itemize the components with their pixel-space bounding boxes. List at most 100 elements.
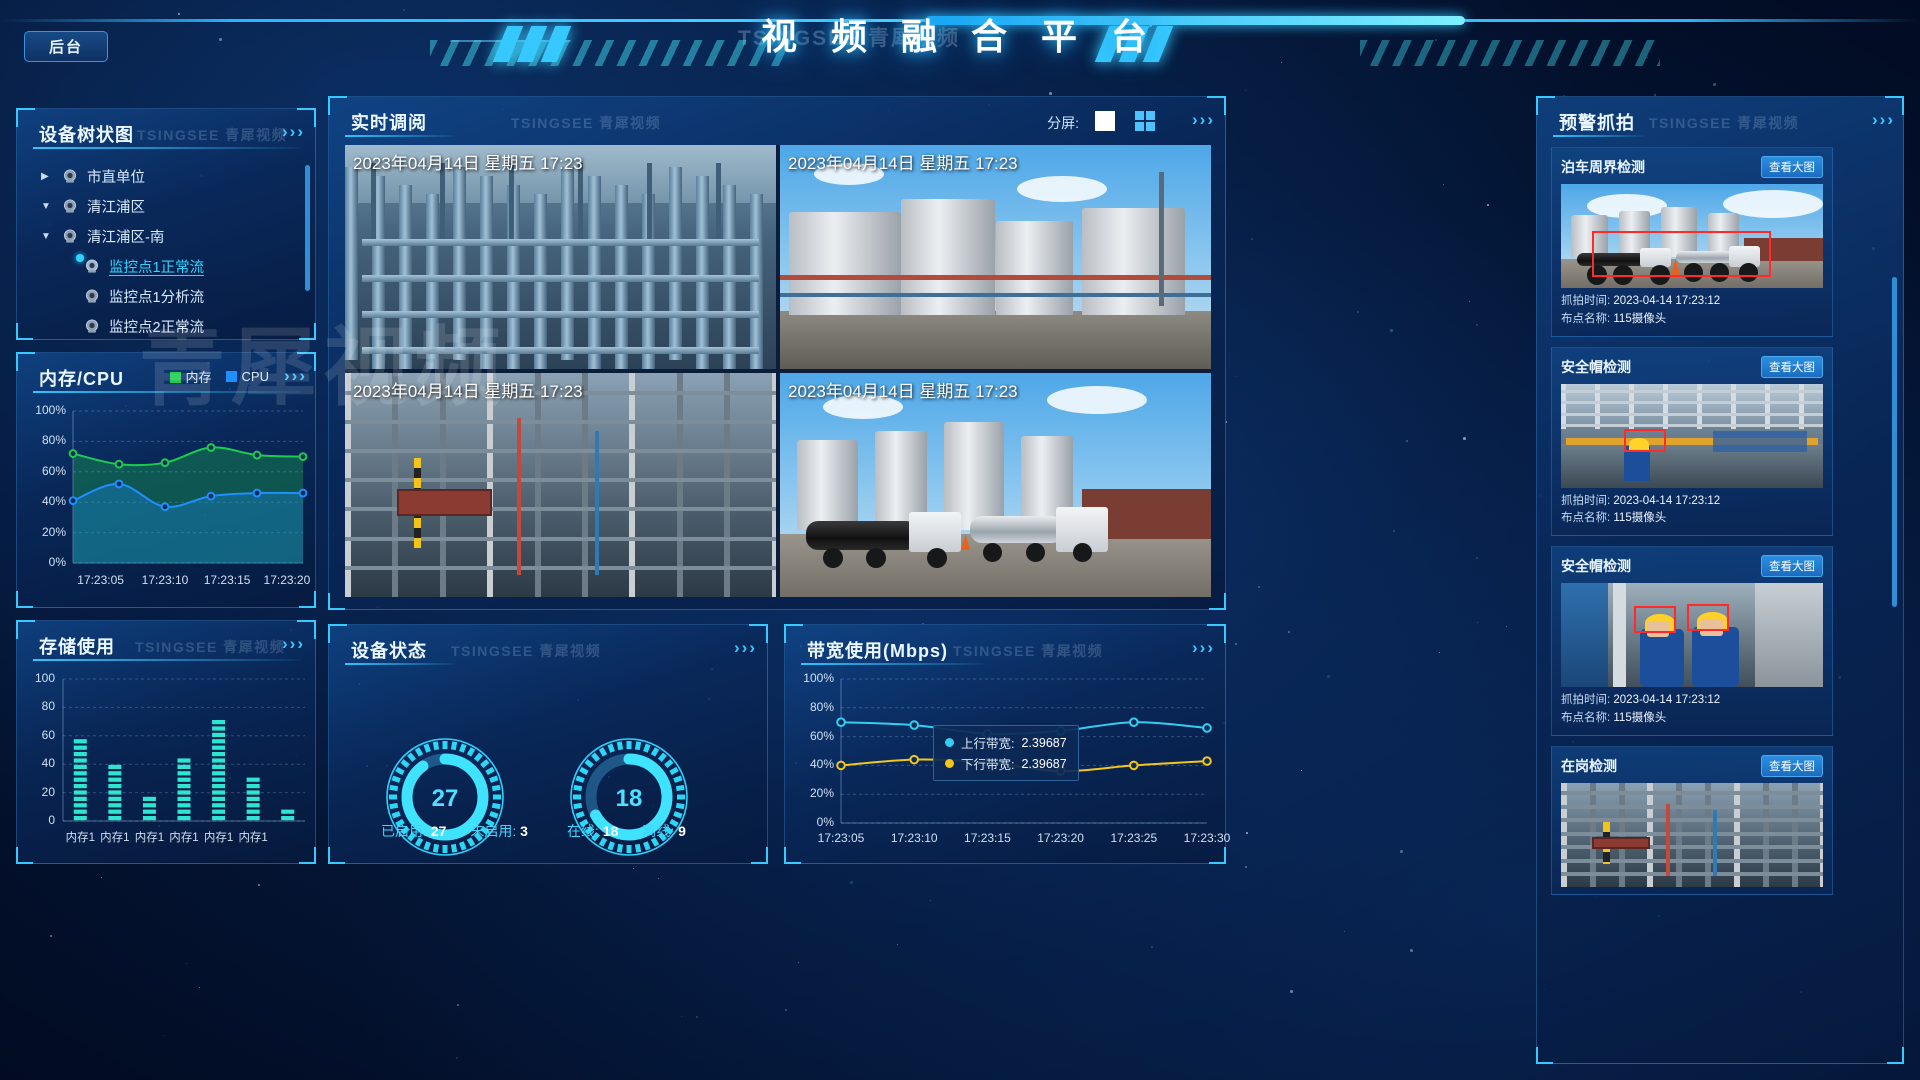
camera-icon: [59, 228, 81, 244]
page-title: 视 频 融 合 平 台: [0, 8, 1920, 60]
device-status-title: 设备状态: [351, 637, 427, 663]
camera-icon: [81, 318, 103, 334]
panel-watermark: TSINGSEE 青犀视频: [135, 637, 285, 657]
y-axis-tick: 40%: [17, 494, 66, 508]
y-axis-tick: 100%: [17, 403, 66, 417]
panel-watermark: TSINGSEE 青犀视频: [511, 113, 661, 133]
alarm-card-list[interactable]: 泊车周界检测 查看大图 抓拍时间: 2023-04-14 17:23:12 布点…: [1551, 147, 1833, 1055]
tree-item-2[interactable]: ▼ 清江浦区-南: [35, 221, 303, 251]
x-axis-tick: 17:23:10: [880, 831, 948, 845]
tree-item-label: 清江浦区-南: [87, 226, 164, 247]
legend-item: 内存: [170, 367, 212, 386]
device-tree-title: 设备树状图: [39, 121, 134, 147]
legend-swatch: [170, 372, 181, 383]
device-status-more-button[interactable]: › › ›: [734, 639, 755, 656]
alarm-snapshot[interactable]: [1561, 783, 1823, 887]
alarm-meta: 抓拍时间: 2023-04-14 17:23:12 布点名称: 115摄像头: [1561, 493, 1823, 529]
mem-cpu-legend: 内存 CPU: [170, 367, 269, 386]
tree-item-3[interactable]: 监控点1正常流: [35, 251, 303, 281]
bandwidth-title: 带宽使用(Mbps): [807, 637, 948, 663]
live-view-more-button[interactable]: › › ›: [1192, 111, 1213, 128]
y-axis-tick: 20: [17, 785, 55, 799]
alarm-meta: 抓拍时间: 2023-04-14 17:23:12 布点名称: 115摄像头: [1561, 692, 1823, 728]
y-axis-tick: 40%: [785, 757, 834, 771]
alarm-card-2[interactable]: 安全帽检测 查看大图 抓拍时间: 2023-04-14 17:23:12 布点名…: [1551, 546, 1833, 736]
gauge-stat: 未启用: 3: [470, 821, 528, 841]
y-axis-tick: 60%: [785, 729, 834, 743]
alarm-card-0[interactable]: 泊车周界检测 查看大图 抓拍时间: 2023-04-14 17:23:12 布点…: [1551, 147, 1833, 337]
alarm-card-header: 安全帽检测 查看大图: [1561, 555, 1823, 577]
video-timestamp: 2023年04月14日 星期五 17:23: [353, 149, 583, 174]
alarm-type: 在岗检测: [1561, 756, 1617, 776]
alarm-card-3[interactable]: 在岗检测 查看大图: [1551, 746, 1833, 895]
y-axis-tick: 0%: [17, 555, 66, 569]
storage-chart: 0 20 40 60 80 100 内存1 内存1 内存1 内存1 内存1 内存1: [17, 665, 317, 861]
tooltip-row: 下行带宽: 2.39687: [945, 753, 1067, 774]
y-axis-tick: 40: [17, 756, 55, 770]
tooltip-swatch: [945, 738, 954, 747]
alarm-snapshot[interactable]: [1561, 583, 1823, 687]
storage-panel: 存储使用 TSINGSEE 青犀视频 › › › 0 20 40 60 80 100 内存1 内存…: [16, 620, 316, 864]
alarm-card-header: 泊车周界检测 查看大图: [1561, 156, 1823, 178]
detection-box: [1624, 429, 1666, 452]
tree-item-0[interactable]: ▶ 市直单位: [35, 161, 303, 191]
view-large-button[interactable]: 查看大图: [1761, 156, 1823, 178]
bandwidth-tooltip: 上行带宽: 2.39687 下行带宽: 2.39687: [933, 725, 1079, 781]
panel-watermark: TSINGSEE 青犀视频: [1649, 113, 1799, 133]
gauge-stat: 离线: 9: [642, 821, 686, 841]
detection-box: [1687, 604, 1729, 631]
video-cell-3[interactable]: 2023年04月14日 星期五 17:23: [780, 373, 1211, 597]
device-tree-more-button[interactable]: › › ›: [282, 123, 303, 140]
tree-item-1[interactable]: ▼ 清江浦区: [35, 191, 303, 221]
view-large-button[interactable]: 查看大图: [1761, 356, 1823, 378]
alarm-panel: 预警抓拍 TSINGSEE 青犀视频 › › › 泊车周界检测 查看大图 抓拍时间:…: [1536, 96, 1904, 1064]
alarm-type: 泊车周界检测: [1561, 157, 1645, 177]
legend-item: CPU: [226, 369, 269, 384]
alarm-card-1[interactable]: 安全帽检测 查看大图 抓拍时间: 2023-04-14 17:23:12 布点名…: [1551, 347, 1833, 537]
svg-text:27: 27: [432, 785, 459, 812]
split-1-button[interactable]: [1095, 111, 1115, 131]
device-tree-panel: 设备树状图 TSINGSEE 青犀视频 › › › ▶ 市直单位 ▼ 清江浦区 ▼ …: [16, 108, 316, 340]
tree-item-label: 清江浦区: [87, 196, 145, 217]
bandwidth-more-button[interactable]: › › ›: [1192, 639, 1213, 656]
svg-text:18: 18: [616, 785, 643, 812]
storage-more-button[interactable]: › › ›: [282, 635, 303, 652]
tree-caret-icon[interactable]: ▼: [41, 201, 59, 212]
tooltip-label: 下行带宽:: [961, 754, 1014, 773]
device-tree-scrollbar[interactable]: [305, 165, 310, 291]
tree-item-5[interactable]: 监控点2正常流: [35, 311, 303, 341]
mem-cpu-chart: 0% 20% 40% 60% 80% 100% 17:23:05 17:23:10 17:23:…: [17, 397, 317, 605]
detection-box: [1592, 231, 1770, 277]
alarm-list-scrollbar[interactable]: [1892, 277, 1897, 607]
storage-title: 存储使用: [39, 633, 115, 659]
alarm-more-button[interactable]: › › ›: [1872, 111, 1893, 128]
bandwidth-chart: 0% 20% 40% 60% 80% 100% 17:23:05 17:23:10 17:23:…: [785, 667, 1227, 863]
tree-item-4[interactable]: 监控点1分析流: [35, 281, 303, 311]
tree-caret-icon[interactable]: ▶: [41, 171, 59, 182]
alarm-snapshot[interactable]: [1561, 384, 1823, 488]
mem-cpu-title: 内存/CPU: [39, 365, 124, 391]
alarm-meta: 抓拍时间: 2023-04-14 17:23:12 布点名称: 115摄像头: [1561, 293, 1823, 329]
mem-cpu-more-button[interactable]: › › ›: [284, 367, 305, 384]
video-cell-1[interactable]: 2023年04月14日 星期五 17:23: [780, 145, 1211, 369]
view-large-button[interactable]: 查看大图: [1761, 755, 1823, 777]
video-cell-2[interactable]: 2023年04月14日 星期五 17:23: [345, 373, 776, 597]
alarm-snapshot[interactable]: [1561, 184, 1823, 288]
tooltip-label: 上行带宽:: [961, 733, 1014, 752]
video-cell-0[interactable]: 2023年04月14日 星期五 17:23: [345, 145, 776, 369]
tree-caret-icon[interactable]: ▼: [41, 231, 59, 242]
video-grid[interactable]: 2023年04月14日 星期五 17:23 2023年04月14日 星期五 17…: [345, 145, 1211, 597]
gauge-stat: 已启用: 27: [381, 821, 446, 841]
mem-cpu-panel: 内存/CPU 内存 CPU › › › 0% 20% 40% 60% 80% 100% 17:23…: [16, 352, 316, 608]
tooltip-row: 上行带宽: 2.39687: [945, 732, 1067, 753]
x-axis-tick: 17:23:15: [193, 573, 261, 587]
device-tree[interactable]: ▶ 市直单位 ▼ 清江浦区 ▼ 清江浦区-南 监控点1正常流 监控点1分析流 监…: [35, 161, 303, 341]
x-axis-tick: 17:23:20: [253, 573, 321, 587]
view-large-button[interactable]: 查看大图: [1761, 555, 1823, 577]
y-axis-tick: 80%: [17, 433, 66, 447]
x-axis-tick: 17:23:30: [1173, 831, 1241, 845]
alarm-type: 安全帽检测: [1561, 556, 1631, 576]
split-4-button[interactable]: [1135, 111, 1155, 131]
y-axis-tick: 60: [17, 728, 55, 742]
y-axis-tick: 100%: [785, 671, 834, 685]
